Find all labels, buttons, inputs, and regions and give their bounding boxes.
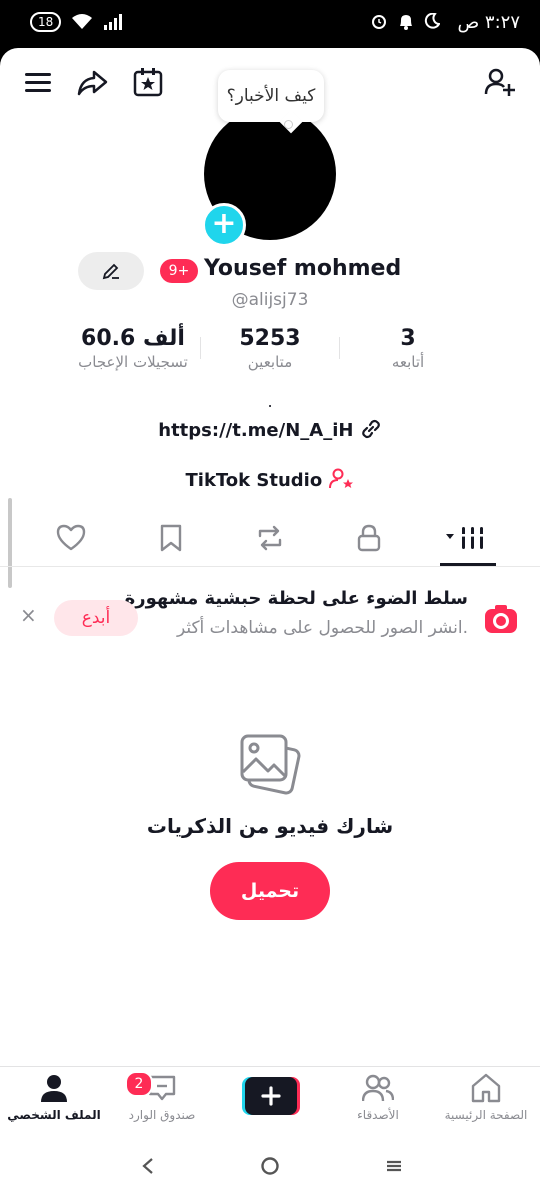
- videos-grid-icon[interactable]: [446, 522, 490, 554]
- stat-following-value: 3: [400, 326, 416, 351]
- status-bubble-text: كيف الأخبار؟: [226, 86, 316, 106]
- profile-screen: كيف الأخبار؟ + 9+ Yousef mohmed @alijsj7…: [0, 48, 540, 1200]
- creator-star-icon: [328, 468, 353, 489]
- photos-icon: [240, 734, 301, 795]
- bio-text: .: [267, 392, 273, 411]
- create-button[interactable]: أبدع: [54, 600, 138, 636]
- status-left: 18: [30, 12, 123, 32]
- nav-profile[interactable]: الملف الشخصي: [0, 1073, 108, 1122]
- profile-person-icon: [41, 1075, 67, 1102]
- camera-icon: [485, 605, 517, 633]
- link-icon: [361, 419, 380, 439]
- alarm-icon: [372, 15, 386, 29]
- add-photo-plus-icon[interactable]: +: [202, 203, 246, 247]
- menu-icon[interactable]: [22, 66, 54, 98]
- empty-state-text: شارك فيديو من الذكريات: [146, 814, 394, 838]
- create-plus-icon[interactable]: [242, 1077, 300, 1115]
- nav-friends-label: الأصدقاء: [357, 1108, 399, 1122]
- calendar-star-icon[interactable]: [132, 66, 164, 98]
- system-nav-bar: [0, 1132, 540, 1200]
- nav-inbox-label: صندوق الوارد: [128, 1108, 196, 1122]
- stat-followers-label: متابعين: [247, 353, 293, 371]
- profile-link[interactable]: https://t.me/N_A_iH: [0, 418, 540, 441]
- bubble-dot: [285, 121, 292, 128]
- profile-handle: @alijsj73: [231, 290, 309, 310]
- tiktok-studio-label: TikTok Studio: [185, 470, 323, 491]
- close-icon[interactable]: ×: [20, 603, 37, 627]
- wifi-icon: [72, 14, 93, 29]
- bell-icon: [400, 15, 412, 30]
- liked-heart-icon[interactable]: [55, 522, 87, 554]
- upload-button[interactable]: تحميل: [210, 862, 330, 920]
- pencil-icon: [102, 263, 119, 280]
- add-friend-icon[interactable]: [484, 66, 516, 98]
- stat-likes-value: 60.6 ألف: [81, 326, 185, 351]
- stat-followers[interactable]: 5253 متابعين: [195, 326, 345, 371]
- profile-name: Yousef mohmed: [204, 256, 402, 281]
- home-circle-icon[interactable]: [259, 1155, 281, 1177]
- recents-icon[interactable]: [384, 1156, 404, 1176]
- inbox-badge: 2: [125, 1071, 153, 1097]
- nav-friends[interactable]: الأصدقاء: [324, 1073, 432, 1122]
- share-icon[interactable]: [76, 66, 108, 98]
- bookmark-icon[interactable]: [155, 522, 187, 554]
- nav-inbox[interactable]: 2 صندوق الوارد: [108, 1071, 216, 1122]
- nav-home[interactable]: الصفحة الرئيسية: [432, 1073, 540, 1122]
- nav-home-label: الصفحة الرئيسية: [444, 1108, 528, 1122]
- notification-badge[interactable]: 9+: [160, 259, 198, 283]
- status-bar: 18 ٣:٢٧ ص: [0, 0, 540, 48]
- active-tab-underline: [440, 563, 496, 566]
- repost-icon[interactable]: [254, 522, 286, 554]
- edit-profile-button[interactable]: [78, 252, 144, 290]
- lock-icon[interactable]: [353, 522, 385, 554]
- promo-title: سلط الضوء على لحظة حبشية مشهورة: [124, 588, 468, 609]
- stat-following-label: أتابعه: [391, 353, 425, 371]
- promo-banner: سلط الضوء على لحظة حبشية مشهورة انشر الص…: [0, 578, 540, 652]
- stat-followers-value: 5253: [239, 326, 301, 351]
- tiktok-studio-link[interactable]: TikTok Studio: [0, 468, 540, 491]
- stat-following[interactable]: 3 أتابعه: [333, 326, 483, 371]
- bottom-nav: الملف الشخصي 2 صندوق الوارد الأصدقاء الص…: [0, 1066, 540, 1133]
- home-icon: [471, 1073, 501, 1103]
- moon-icon: [424, 13, 440, 29]
- status-icons: [370, 12, 440, 30]
- status-time: ٣:٢٧ ص: [457, 12, 520, 33]
- nav-profile-label: الملف الشخصي: [7, 1108, 101, 1122]
- inbox-icon-wrap: 2: [125, 1071, 177, 1107]
- stat-likes[interactable]: 60.6 ألف تسجيلات الإعجاب: [58, 326, 208, 371]
- status-bubble[interactable]: كيف الأخبار؟: [218, 70, 324, 128]
- battery-indicator: 18: [30, 12, 62, 32]
- profile-link-text: https://t.me/N_A_iH: [158, 420, 354, 441]
- friends-icon: [361, 1074, 395, 1102]
- signal-icon: [104, 14, 123, 30]
- back-icon[interactable]: [138, 1156, 158, 1176]
- stat-likes-label: تسجيلات الإعجاب: [78, 353, 188, 371]
- content-tabs: [0, 508, 540, 567]
- promo-subtitle: انشر الصور للحصول على مشاهدات أكثر.: [176, 618, 468, 638]
